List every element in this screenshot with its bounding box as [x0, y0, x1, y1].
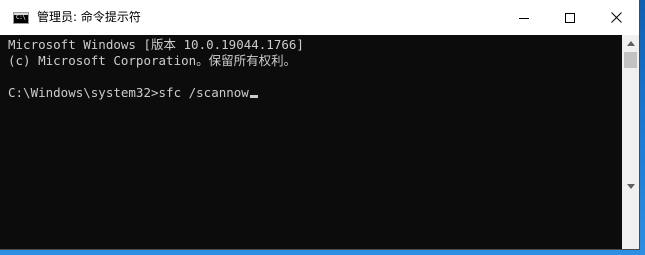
scroll-up-button[interactable]	[622, 35, 639, 52]
console-line: Microsoft Windows [版本 10.0.19044.1766]	[8, 37, 304, 52]
minimize-icon	[519, 17, 529, 19]
cmd-icon-prompt: C:\	[16, 14, 26, 21]
title-bar[interactable]: C:\ 管理员: 命令提示符	[0, 0, 639, 35]
text-cursor	[249, 95, 258, 98]
command-prompt-line[interactable]: C:\Windows\system32>sfc /scannow	[8, 85, 258, 101]
close-button[interactable]	[593, 0, 639, 35]
command-text: C:\Windows\system32>sfc /scannow	[8, 85, 249, 100]
scroll-down-button[interactable]	[622, 178, 639, 195]
scrollbar-thumb[interactable]	[624, 52, 637, 68]
console-line: (c) Microsoft Corporation。保留所有权利。	[8, 53, 297, 68]
maximize-icon	[565, 12, 575, 23]
scroll-up-arrow-icon	[626, 41, 635, 46]
scroll-down-arrow-icon	[626, 184, 635, 189]
minimize-button[interactable]	[501, 0, 547, 35]
cmd-app-icon[interactable]: C:\	[13, 12, 29, 24]
close-icon	[610, 12, 622, 23]
window-title: 管理员: 命令提示符	[37, 10, 141, 24]
vertical-scrollbar[interactable]	[622, 35, 639, 249]
console-output[interactable]: Microsoft Windows [版本 10.0.19044.1766] (…	[0, 35, 622, 249]
cmd-window: C:\ 管理员: 命令提示符 Microsoft Windows [版本 10.…	[0, 0, 640, 250]
maximize-button[interactable]	[547, 0, 593, 35]
